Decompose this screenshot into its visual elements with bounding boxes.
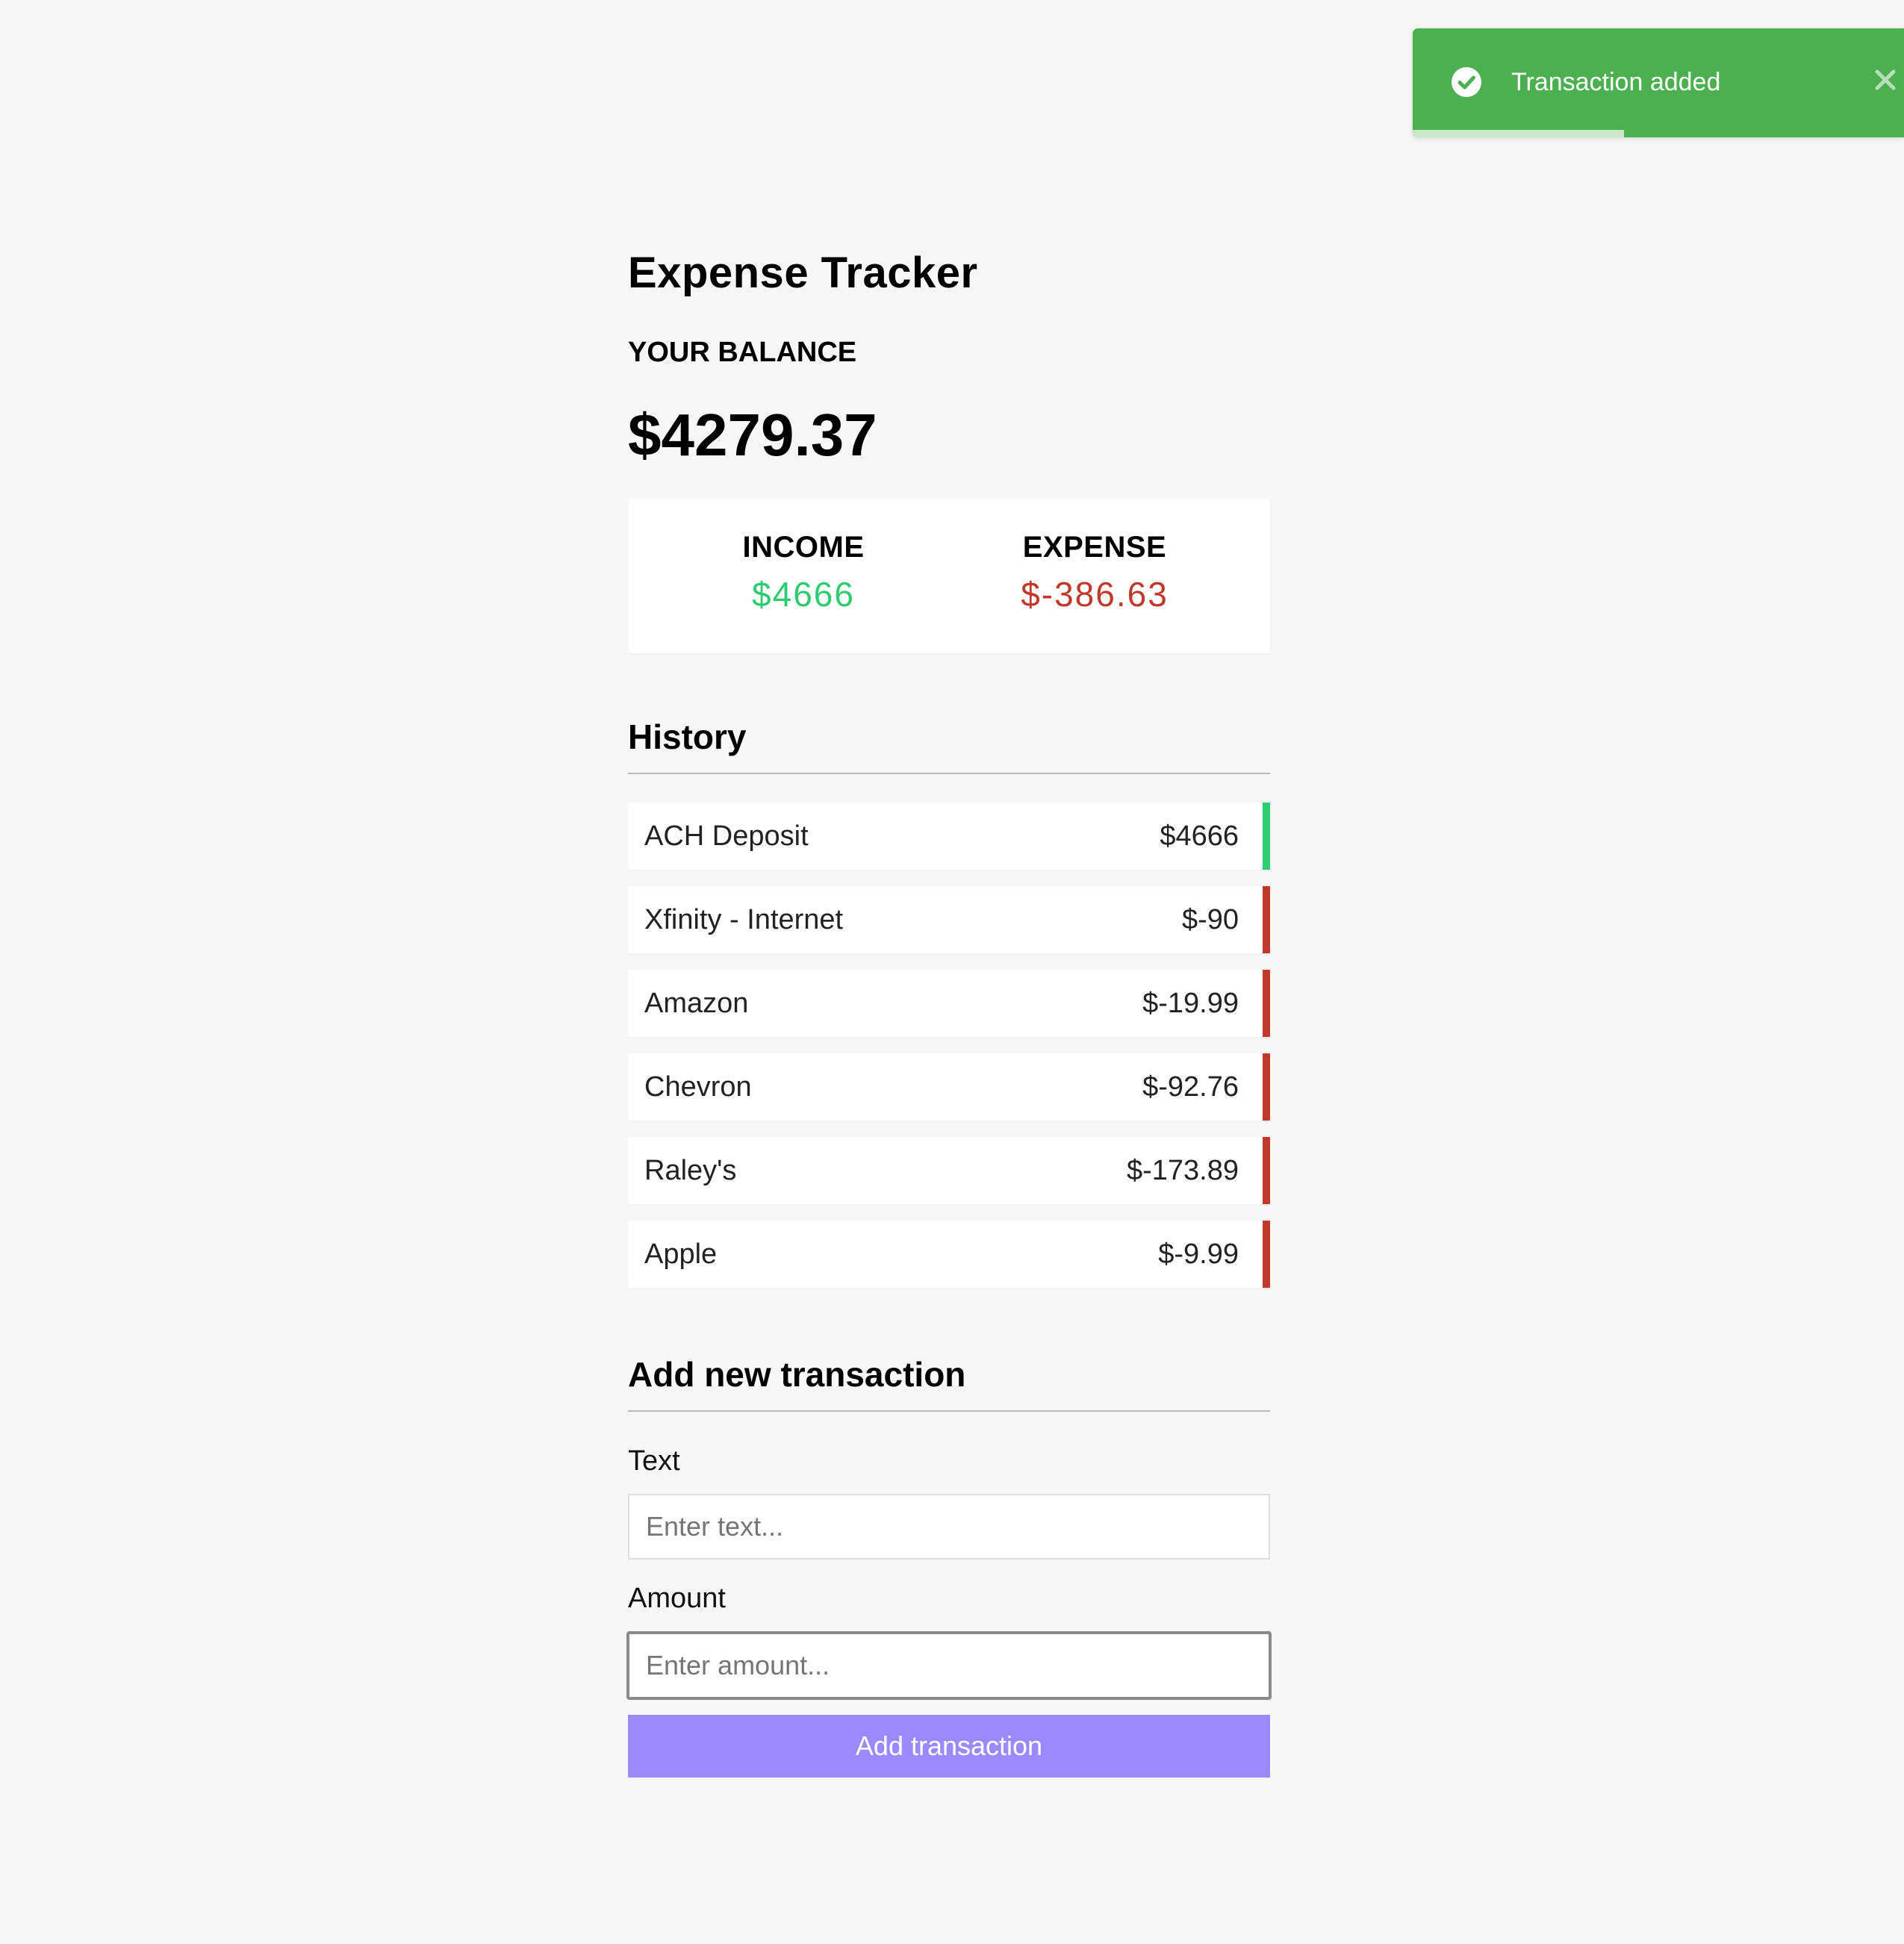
transaction-amount: $-92.76: [1142, 1071, 1239, 1103]
income-expense-summary: INCOME $4666 EXPENSE $-386.63: [628, 499, 1270, 653]
amount-input[interactable]: [626, 1631, 1272, 1700]
toast-progress-bar: [1413, 130, 1624, 137]
list-item[interactable]: Amazon $-19.99: [628, 970, 1270, 1037]
transaction-amount: $-19.99: [1142, 987, 1239, 1019]
transaction-list: ACH Deposit $4666 Xfinity - Internet $-9…: [628, 803, 1270, 1288]
list-item[interactable]: Apple $-9.99: [628, 1221, 1270, 1288]
text-input[interactable]: [628, 1494, 1270, 1560]
income-value: $4666: [752, 575, 855, 614]
transaction-text: ACH Deposit: [644, 820, 809, 852]
text-field-label: Text: [628, 1445, 680, 1477]
transaction-amount: $-90: [1181, 903, 1239, 935]
transaction-amount: $4666: [1160, 820, 1239, 852]
list-item[interactable]: Chevron $-92.76: [628, 1053, 1270, 1121]
add-transaction-form: Text Amount Add transaction: [626, 1445, 1272, 1778]
history-title: History: [628, 716, 1270, 774]
transaction-text: Apple: [644, 1238, 718, 1270]
balance-label: YOUR BALANCE: [628, 337, 857, 368]
balance-value: $4279.37: [628, 402, 877, 468]
expense-label: EXPENSE: [1022, 531, 1167, 564]
amount-field-label: Amount: [628, 1583, 726, 1614]
expense-tracker-app: Expense Tracker YOUR BALANCE $4279.37 IN…: [626, 246, 1272, 1778]
add-transaction-title: Add new transaction: [628, 1353, 1270, 1412]
transaction-amount: $-9.99: [1158, 1238, 1239, 1270]
transaction-text: Xfinity - Internet: [644, 903, 844, 935]
list-item[interactable]: Raley's $-173.89: [628, 1137, 1270, 1204]
toast-progress-track: [1413, 130, 1904, 137]
expense-panel: EXPENSE $-386.63: [949, 499, 1270, 653]
income-panel: INCOME $4666: [628, 499, 949, 653]
transaction-text: Raley's: [644, 1154, 737, 1186]
transaction-text: Amazon: [644, 987, 749, 1019]
toast-message: Transaction added: [1511, 68, 1721, 96]
check-circle-icon: [1452, 67, 1481, 97]
page-title: Expense Tracker: [628, 249, 978, 297]
add-transaction-button[interactable]: Add transaction: [628, 1715, 1270, 1778]
list-item[interactable]: ACH Deposit $4666: [628, 803, 1270, 870]
income-label: INCOME: [742, 531, 865, 564]
list-item[interactable]: Xfinity - Internet $-90: [628, 886, 1270, 953]
close-icon[interactable]: [1873, 67, 1898, 93]
toast-notification: Transaction added: [1413, 28, 1904, 137]
transaction-amount: $-173.89: [1126, 1154, 1239, 1186]
expense-value: $-386.63: [1021, 575, 1169, 614]
transaction-text: Chevron: [644, 1071, 752, 1103]
